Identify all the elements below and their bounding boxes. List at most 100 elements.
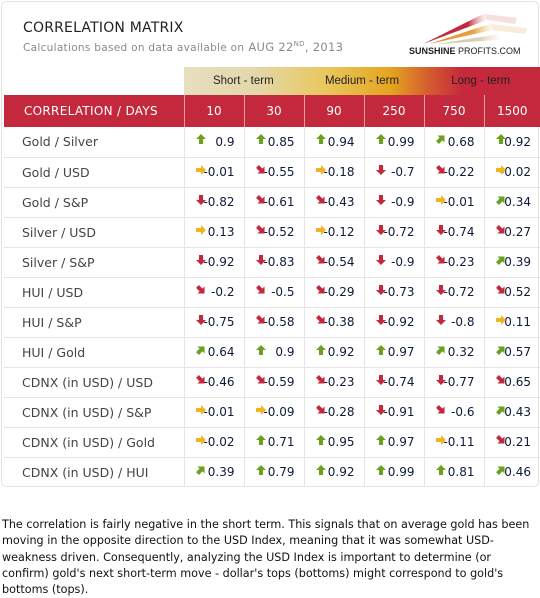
correlation-cell: -0.77: [424, 367, 485, 398]
correlation-value: -0.22: [443, 165, 475, 179]
arrow-down-icon: [375, 404, 386, 415]
correlation-cell: 0.46: [484, 457, 540, 487]
correlation-value: 0.9: [215, 134, 235, 149]
table-row: CDNX (in USD) / HUI 0.39 0.79 0.92 0.99 0.81 0…: [4, 457, 540, 487]
arrow-down-icon: [255, 254, 266, 265]
arrow-down-icon: [375, 284, 386, 295]
correlation-cell: -0.65: [484, 367, 540, 398]
logo-text: SUNSHINE PROFITS.COM: [409, 46, 521, 56]
arrow-down-icon: [375, 164, 386, 175]
arrow-down-right-icon: [315, 254, 325, 264]
correlation-value: -0.12: [323, 225, 355, 239]
subtitle-prefix: Calculations based on data available on: [23, 42, 245, 54]
correlation-cell: -0.72: [424, 277, 485, 308]
correlation-cell: 0.39: [184, 457, 245, 487]
arrow-up-right-icon: [495, 405, 505, 415]
correlation-value: -0.61: [263, 195, 295, 209]
row-label: CDNX (in USD) / HUI: [4, 457, 185, 487]
arrow-down-icon: [195, 254, 206, 265]
correlation-value: 0.64: [207, 345, 235, 359]
correlation-value: -0.91: [383, 405, 415, 419]
correlation-value: -0.73: [383, 285, 415, 299]
correlation-cell: 0.11: [484, 307, 540, 338]
subtitle-date: AUG 22ND, 2013: [248, 40, 343, 54]
table-row: Gold / S&P -0.82 -0.61 -0.43 -0.9 -0.01 0.34: [4, 187, 540, 218]
correlation-value: -0.92: [203, 255, 235, 269]
subtitle: Calculations based on data available on A…: [23, 40, 343, 54]
arrow-down-right-icon: [255, 194, 265, 204]
correlation-value: -0.28: [323, 405, 355, 419]
correlation-value: -0.7: [391, 165, 415, 179]
correlation-cell: -0.74: [424, 217, 485, 248]
arrow-down-right-icon: [255, 284, 265, 294]
arrow-up-icon: [375, 434, 386, 445]
table-row: Gold / Silver 0.9 0.85 0.94 0.99 0.68 0.92: [4, 127, 540, 158]
correlation-cell: -0.52: [484, 277, 540, 308]
arrow-right-icon: [435, 194, 446, 205]
row-label: HUI / S&P: [4, 307, 185, 338]
correlation-value: 0.92: [327, 345, 355, 359]
correlation-value: -0.83: [263, 255, 295, 269]
table-row: HUI / USD -0.2 -0.5 -0.29 -0.73 -0.72 -0.52: [4, 277, 540, 308]
correlation-cell: 0.97: [364, 427, 425, 458]
correlation-cell: -0.21: [484, 427, 540, 458]
correlation-value: -0.82: [203, 195, 235, 209]
arrow-right-icon: [195, 434, 206, 445]
correlation-cell: -0.58: [244, 307, 305, 338]
correlation-cell: 0.81: [424, 457, 485, 487]
date-suffix: ND: [293, 40, 305, 48]
row-label: HUI / USD: [4, 277, 185, 308]
arrow-up-icon: [255, 134, 266, 144]
arrow-down-right-icon: [315, 314, 325, 324]
correlation-value: 0.43: [504, 405, 531, 419]
arrow-down-right-icon: [255, 374, 265, 384]
arrow-up-right-icon: [495, 195, 505, 205]
correlation-value: 0.81: [447, 465, 475, 480]
table-row: Silver / USD 0.13 -0.52 -0.12 -0.72 -0.74 -0.2…: [4, 217, 540, 248]
correlation-value: 0.39: [504, 255, 531, 269]
correlation-cell: -0.27: [484, 217, 540, 248]
term-short: Short - term: [212, 75, 274, 87]
correlation-value: -0.23: [443, 255, 475, 269]
correlation-cell: -0.01: [184, 397, 245, 428]
correlation-cell: -0.5: [244, 277, 305, 308]
correlation-cell: -0.54: [304, 247, 365, 278]
correlation-value: -0.02: [203, 435, 235, 449]
correlation-value: 0.32: [447, 345, 475, 359]
arrow-right-icon: [315, 164, 326, 175]
arrow-down-right-icon: [435, 404, 445, 414]
correlation-value: -0.92: [383, 315, 415, 329]
correlation-value: -0.01: [203, 405, 235, 419]
row-label: CDNX (in USD) / USD: [4, 367, 185, 398]
arrow-down-right-icon: [255, 224, 265, 234]
correlation-cell: 0.9: [184, 127, 245, 158]
arrow-up-icon: [255, 344, 266, 355]
correlation-cell: 0.92: [304, 337, 365, 368]
correlation-value: 0.71: [267, 435, 295, 449]
arrow-up-icon: [495, 134, 506, 144]
correlation-cell: -0.8: [424, 307, 485, 338]
arrow-up-right-icon: [195, 465, 205, 475]
correlation-value: 0.85: [267, 134, 295, 149]
correlation-cell: -0.7: [364, 157, 425, 188]
correlation-cell: -0.73: [364, 277, 425, 308]
correlation-value: 0.92: [327, 465, 355, 480]
arrow-right-icon: [495, 314, 506, 325]
column-header: 90: [304, 95, 365, 127]
correlation-value: -0.75: [203, 315, 235, 329]
correlation-cell: -0.28: [304, 397, 365, 428]
arrow-down-right-icon: [315, 404, 325, 414]
arrow-right-icon: [195, 404, 206, 415]
correlation-cell: -0.01: [184, 157, 245, 188]
correlation-value: -0.46: [203, 375, 235, 389]
correlation-cell: -0.83: [244, 247, 305, 278]
correlation-value: -0.9: [391, 195, 415, 209]
correlation-value: -0.11: [443, 435, 475, 449]
row-label: CDNX (in USD) / Gold: [4, 427, 185, 458]
arrow-down-right-icon: [315, 374, 325, 384]
term-band: Short - term Medium - term Long - term: [184, 67, 540, 95]
correlation-cell: -0.11: [424, 427, 485, 458]
correlation-cell: 0.13: [184, 217, 245, 248]
arrow-up-icon: [375, 464, 386, 475]
arrow-right-icon: [255, 404, 266, 415]
